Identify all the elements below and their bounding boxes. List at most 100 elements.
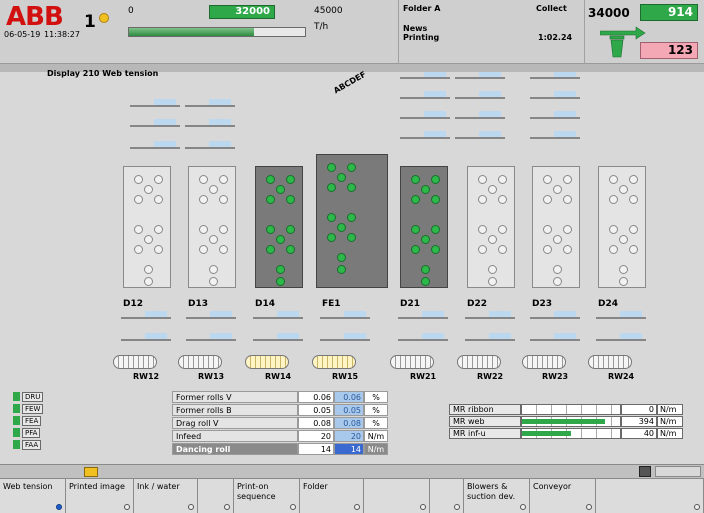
press-number: 1 [84,12,96,32]
cylinder-icon [209,265,218,274]
cylinder-icon [553,185,562,194]
reel-roll-icon[interactable] [312,355,356,369]
selector-dot-icon [224,504,230,510]
warning-icon[interactable] [84,467,98,477]
cylinder-icon [629,175,638,184]
reel-roll-icon[interactable] [457,355,501,369]
selector-dot-icon [124,504,130,510]
printing-unit-d12[interactable] [123,166,171,288]
reel-roll-icon[interactable] [588,355,632,369]
mr-row[interactable]: MR ribbon 0 N/m [449,404,683,415]
mr-name: MR web [449,416,521,427]
cylinder-icon [154,245,163,254]
selector-dot-icon [188,504,194,510]
cylinder-icon [337,223,346,232]
reel-label: RW13 [198,372,225,381]
reel-roll-icon[interactable] [245,355,289,369]
printing-unit-d13[interactable] [188,166,236,288]
selector-dot-icon [694,504,700,510]
status-item: DRU [13,391,49,402]
printing-unit-d21[interactable] [400,166,448,288]
cylinder-icon [347,183,356,192]
cylinder-icon [609,225,618,234]
tension-unit: % [364,404,388,416]
cylinder-icon [411,195,420,204]
tension-row[interactable]: Drag roll V 0.08 0.08% [172,417,416,429]
function-key-web-tension[interactable]: Web tension [0,479,66,513]
function-key-blank-10[interactable] [596,479,704,513]
function-key-blank-3[interactable] [198,479,234,513]
unit-label: D14 [255,299,275,309]
function-key-ink-water[interactable]: Ink / water [134,479,198,513]
function-key-blank-7[interactable] [430,479,464,513]
cylinder-icon [609,245,618,254]
function-key-printed-image[interactable]: Printed image [66,479,134,513]
printing-unit-fe1[interactable] [316,154,388,288]
printing-unit-d24[interactable] [598,166,646,288]
tension-row[interactable]: Infeed 20 20 N/m [172,430,416,442]
tension-row[interactable]: Dancing roll 14 14 N/m [172,443,416,455]
selector-dot-icon [586,504,592,510]
printing-unit-d23[interactable] [532,166,580,288]
tension-v2: 0.08 [334,417,364,429]
tension-unit: % [364,417,388,429]
abb-logo: ABB [6,2,64,32]
status-indicator-icon [13,404,20,413]
reel-roll-icon[interactable] [178,355,222,369]
cylinder-icon [276,265,285,274]
cylinder-icon [563,245,572,254]
status-label: DRU [22,391,44,402]
reel-label: RW22 [477,372,504,381]
function-key-label: Ink / water [137,482,180,491]
function-key-folder[interactable]: Folder [300,479,364,513]
function-key-label: Web tension [3,482,53,491]
cylinder-icon [154,175,163,184]
cylinder-icon [421,277,430,286]
mr-row[interactable]: MR inf-u 40 N/m [449,428,683,439]
product-line1: News [403,24,428,33]
cylinder-icon [276,185,285,194]
mr-row[interactable]: MR web 394 N/m [449,416,683,427]
cylinder-icon [276,277,285,286]
cylinder-icon [337,265,346,274]
status-item: FEW [13,403,49,414]
function-key-blowers-suction-dev-[interactable]: Blowers & suction dev. [464,479,530,513]
tension-unit: % [364,391,388,403]
function-key-print-on-sequence[interactable]: Print-on sequence [234,479,300,513]
speed-bar [128,27,306,37]
sun-icon [99,13,109,23]
mr-bar [521,416,621,427]
reel-roll-icon[interactable] [113,355,157,369]
count-waste-box: 123 [640,42,698,59]
function-key-label: Blowers & suction dev. [467,482,516,501]
unit-label: D13 [188,299,208,309]
reel-roll-icon[interactable] [522,355,566,369]
function-key-conveyor[interactable]: Conveyor [530,479,596,513]
cylinder-icon [199,245,208,254]
cylinder-icon [286,225,295,234]
tension-row[interactable]: Former rolls V 0.06 0.06% [172,391,416,403]
status-list: DRU FEW FEA PFA FAA [13,391,49,451]
cylinder-icon [619,235,628,244]
cylinder-icon [347,233,356,242]
status-indicator-icon [13,428,20,437]
cylinder-icon [199,195,208,204]
cylinder-icon [347,163,356,172]
cylinder-icon [327,183,336,192]
tension-v2: 14 [334,443,364,455]
tension-row[interactable]: Former rolls B 0.05 0.05% [172,404,416,416]
count-target: 34000 [588,6,630,20]
function-key-blank-6[interactable] [364,479,430,513]
printing-unit-d22[interactable] [467,166,515,288]
tension-name: Infeed [172,430,298,442]
mr-bar-fill [522,431,571,436]
unit-label: FE1 [322,299,341,309]
printing-unit-d14[interactable] [255,166,303,288]
reel-label: RW15 [332,372,359,381]
reel-roll-icon[interactable] [390,355,434,369]
elapsed-time: 1:02.24 [538,33,573,42]
unit-label: D12 [123,299,143,309]
cylinder-icon [411,245,420,254]
mr-name: MR ribbon [449,404,521,415]
print-icon[interactable] [639,466,651,477]
